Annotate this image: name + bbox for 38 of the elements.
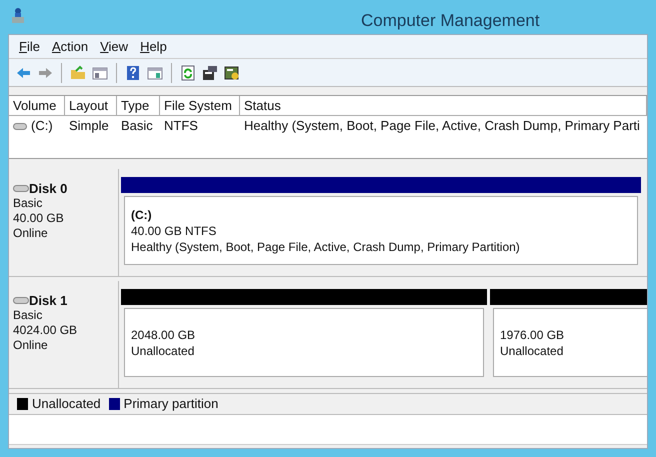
help-icon[interactable]: [125, 64, 141, 80]
table-cell-text: Simple: [69, 117, 109, 136]
partition-status: Unallocated: [131, 342, 196, 358]
menu-item[interactable]: View: [100, 36, 128, 56]
disk-name: Disk 0: [29, 181, 68, 196]
refresh-icon[interactable]: [180, 64, 196, 80]
properties-icon[interactable]: [202, 64, 218, 80]
menu-item[interactable]: Action: [52, 36, 88, 56]
disk-size: 40.00 GB: [13, 211, 65, 226]
menu-item[interactable]: Help: [140, 36, 167, 56]
partition-block[interactable]: (C:) 40.00 GB NTFS Healthy (System, Boot, Page File, Active, Crash Dump, Primary Partition): [124, 196, 638, 265]
partition-block[interactable]: 2048.00 GB Unallocated: [124, 308, 484, 377]
disk-status: Online: [13, 338, 49, 353]
disk-size: 4024.00 GB: [13, 323, 78, 338]
partition-size: 2048.00 GB: [131, 326, 196, 342]
pane-icon[interactable]: [147, 64, 163, 80]
table-cell-text: NTFS: [164, 117, 198, 136]
window-title: Computer Management: [361, 10, 540, 32]
partition-status: Unallocated: [500, 342, 564, 358]
disk-type: Basic: [13, 196, 44, 211]
disk-status: Online: [13, 226, 49, 241]
disk-type: Basic: [13, 308, 44, 323]
partition-size: 40.00 GB NTFS: [131, 222, 218, 238]
drive-icon: [13, 122, 27, 130]
partition-label: (C:): [131, 206, 153, 222]
partition-size: 1976.00 GB: [500, 326, 566, 342]
partition-status: Healthy (System, Boot, Page File, Active, Crash Dump, Primary Partition): [131, 238, 521, 254]
folder-icon[interactable]: [70, 64, 86, 80]
table-cell-text: Healthy (System, Boot, Page File, Active, Crash Dump, Primary Parti: [244, 117, 640, 136]
pane-icon[interactable]: [92, 64, 108, 80]
disk-name: Disk 1: [29, 293, 68, 308]
table-cell-text: (C:): [31, 117, 53, 136]
partition-block[interactable]: 1976.00 GB Unallocated: [493, 308, 647, 377]
legend-label: Unallocated: [32, 395, 101, 414]
menu-item[interactable]: File: [19, 36, 40, 56]
table-cell-text: Basic: [121, 117, 153, 136]
app-icon: [10, 6, 26, 24]
legend-label: Primary partition: [124, 395, 218, 414]
